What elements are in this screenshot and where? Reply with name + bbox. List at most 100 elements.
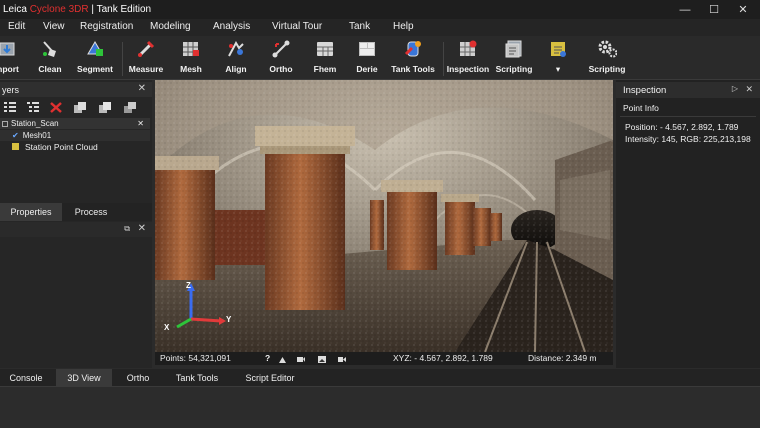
3d-viewport[interactable]: Z X Y — [155, 80, 613, 352]
tank-tools-icon — [403, 39, 423, 59]
fhem-icon — [315, 39, 335, 59]
script-dropdown-label: ▾ — [555, 64, 561, 74]
app-title: Leica Cyclone 3DR | Tank Edition — [0, 4, 151, 15]
inspection-close-icon[interactable]: ✕ — [745, 84, 753, 95]
point-cloud-icon — [12, 143, 19, 150]
title-bar: Leica Cyclone 3DR | Tank Edition — ☐ ✕ — [0, 0, 760, 19]
z-axis-label: Z — [186, 281, 191, 290]
stack-icon[interactable] — [74, 102, 86, 113]
axis-triad — [176, 283, 226, 329]
tree-row-point-cloud[interactable]: Station Point Cloud — [0, 141, 150, 152]
maximize-button[interactable]: ☐ — [699, 0, 729, 19]
checkmark-icon[interactable]: ✔ — [12, 131, 19, 140]
ortho-icon — [271, 39, 291, 59]
minimize-button[interactable]: — — [670, 0, 700, 19]
tab-tank-tools[interactable]: Tank Tools — [164, 369, 230, 386]
title-product-a: Cyclone — [29, 4, 69, 15]
left-dock: yers ✕ Station_Scan ✕ ✔ Mesh01 Station P… — [0, 80, 152, 368]
intensity-readout: Intensity: 145, RGB: 225,213,198 — [625, 134, 751, 144]
dropdown-tool-icon — [548, 39, 568, 59]
distance-readout: Distance: 2.349 m — [528, 353, 597, 363]
tab-ortho[interactable]: Ortho — [114, 369, 162, 386]
inspection-undock-icon[interactable]: ▷ — [732, 84, 738, 93]
tree-label-mesh01: Mesh01 — [22, 131, 52, 140]
tree-row-mesh01[interactable]: ✔ Mesh01 — [0, 130, 150, 141]
camera-icon[interactable] — [297, 355, 305, 362]
video-icon[interactable] — [338, 355, 346, 362]
segment-icon — [85, 39, 105, 59]
menu-view[interactable]: View — [43, 21, 65, 32]
import-icon — [0, 39, 18, 59]
console-area[interactable] — [0, 386, 760, 428]
scripting-icon — [504, 39, 524, 59]
layers-options-icon[interactable] — [124, 102, 136, 113]
clean-icon — [40, 39, 60, 59]
image-icon[interactable] — [318, 355, 326, 363]
properties-close-icon[interactable]: ✕ — [138, 223, 146, 234]
mesh-icon — [181, 39, 201, 59]
tab-properties[interactable]: Properties — [0, 203, 62, 221]
point-info-heading: Point Info — [623, 103, 659, 113]
menu-help[interactable]: Help — [393, 21, 414, 32]
clean-tool-label: Clean — [38, 64, 62, 74]
menu-edit[interactable]: Edit — [8, 21, 25, 32]
tab-process[interactable]: Process — [62, 203, 120, 221]
fhem-tool-label: Fhem — [313, 64, 337, 74]
tree-view-icon[interactable] — [27, 102, 39, 113]
menu-tank[interactable]: Tank — [349, 21, 370, 32]
menu-bar: Edit View Registration Modeling Analysis… — [0, 19, 760, 36]
scripting-gear-button[interactable]: Scripting — [577, 39, 637, 74]
viewport-status-bar: Points: 54,321,091 ? XYZ: - 4.567, 2.892… — [155, 352, 613, 365]
up-icon[interactable] — [279, 355, 286, 363]
tab-console[interactable]: Console — [0, 369, 52, 386]
y-axis-label: Y — [226, 315, 232, 324]
title-product-b: 3DR — [68, 4, 89, 15]
inspection-tool-label: Inspection — [446, 64, 490, 74]
layers-close-icon[interactable]: ✕ — [138, 83, 146, 94]
tab-script-editor[interactable]: Script Editor — [232, 369, 308, 386]
tree-row-station-scan[interactable]: Station_Scan ✕ — [0, 118, 150, 129]
derie-tool-label: Derie — [356, 64, 378, 74]
inspection-panel: Inspection ▷ ✕ Point Info Position: - 4.… — [616, 80, 760, 368]
derie-icon — [357, 39, 377, 59]
y-axis-arrow — [219, 317, 226, 325]
inspection-icon — [458, 39, 478, 59]
ortho-tool-label: Ortho — [269, 64, 293, 74]
delete-layer-icon[interactable] — [50, 102, 62, 113]
xyz-readout: XYZ: - 4.567, 2.892, 1.789 — [393, 353, 493, 363]
layers-toolbar — [0, 97, 152, 119]
tree-label-station-scan: Station_Scan — [11, 119, 59, 128]
list-view-icon[interactable] — [4, 102, 16, 113]
menu-analysis[interactable]: Analysis — [213, 21, 250, 32]
tab-3d-view[interactable]: 3D View — [56, 369, 112, 386]
help-icon[interactable]: ? — [265, 353, 270, 363]
inspection-panel-title: Inspection — [623, 84, 667, 96]
tank-tools-button[interactable]: Tank Tools — [383, 39, 443, 74]
import-tool-label: nport — [0, 64, 19, 74]
tree-label-point-cloud: Station Point Cloud — [25, 141, 98, 152]
expand-icon[interactable] — [2, 120, 8, 127]
points-count: Points: 54,321,091 — [160, 353, 231, 363]
x-axis-label: X — [164, 323, 170, 332]
undock-icon[interactable]: ⧉ — [124, 224, 130, 234]
measure-icon — [136, 39, 156, 59]
menu-registration[interactable]: Registration — [80, 21, 133, 32]
stack-alt-icon[interactable] — [99, 102, 111, 113]
title-brand: Leica — [3, 4, 30, 15]
tree-close-icon[interactable]: ✕ — [137, 119, 144, 128]
align-icon — [226, 39, 246, 59]
scripting-gear-label: Scripting — [588, 64, 626, 74]
menu-virtual-tour[interactable]: Virtual Tour — [272, 21, 322, 32]
align-tool-label: Align — [225, 64, 247, 74]
bottom-tabs: Console 3D View Ortho Tank Tools Script … — [0, 369, 760, 386]
inspection-panel-header: Inspection ▷ ✕ — [616, 82, 760, 98]
close-window-button[interactable]: ✕ — [728, 0, 758, 19]
tank-tools-label: Tank Tools — [391, 64, 435, 74]
left-tabs: Properties Process — [0, 203, 152, 221]
position-readout: Position: - 4.567, 2.892, 1.789 — [625, 122, 739, 132]
scripting-gear-icon — [597, 39, 617, 59]
y-axis-line — [190, 317, 222, 323]
menu-modeling[interactable]: Modeling — [150, 21, 191, 32]
layers-panel-header: yers ✕ — [0, 82, 152, 97]
scripting-tool-label: Scripting — [495, 64, 533, 74]
